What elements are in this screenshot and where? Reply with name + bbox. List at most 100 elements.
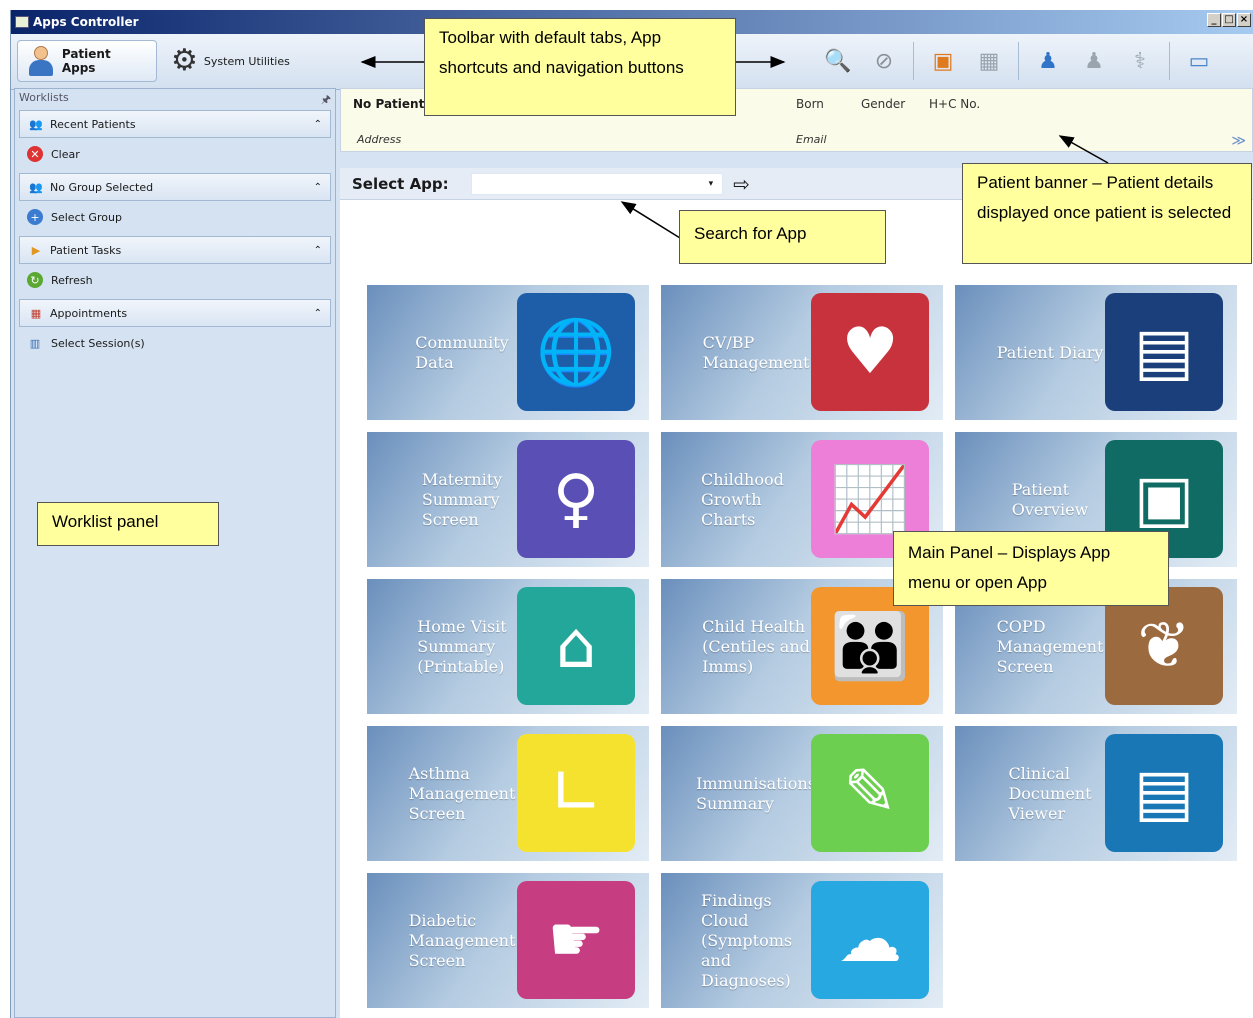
app-tile[interactable]: Findings Cloud (Symptoms and Diagnoses) ☁ [661,873,943,1008]
toolbar-callout: Toolbar with default tabs, App shortcuts… [424,18,736,116]
notebook-icon: ▤ [1105,293,1223,411]
app-tile-label: Asthma Management Screen [408,763,516,823]
no-patient-label: No Patient [353,97,425,111]
add-user-icon[interactable]: ♟ [1029,42,1067,80]
tab-patient-apps[interactable]: Patient Apps [17,40,157,82]
main-panel: Community Data 🌐 CV/BP Management ♥ Patient … [340,200,1253,1018]
select-group-item[interactable]: + Select Group [15,201,335,233]
mother-child-icon: ♀ [517,440,635,558]
app-tile[interactable]: Patient Diary ▤ [955,285,1237,420]
add-app-icon[interactable]: ▣ [924,42,962,80]
select-sessions-label: Select Session(s) [51,336,145,350]
select-sessions-item[interactable]: ▥ Select Session(s) [15,327,335,359]
toolbar-separator [1018,42,1019,80]
app-tile-label: Patient Diary [996,342,1104,362]
worklist-title: Worklists [19,91,69,104]
group-label: Recent Patients [50,117,136,131]
tab-system-utilities[interactable]: ⚙ System Utilities [163,40,303,82]
inhaler-icon: ∟ [517,734,635,852]
group-label: No Group Selected [50,180,154,194]
toolbar-shortcuts: 🔍 ⊘ ▣ ▦ ♟ ♟ ⚕ ▭ [819,42,1218,80]
tab-system-utilities-label: System Utilities [203,54,290,68]
calendar-icon: ▦ [30,306,42,320]
maximize-button[interactable]: □ [1222,13,1236,27]
clear-item[interactable]: ✕ Clear [15,138,335,170]
clear-icon: ✕ [27,146,43,162]
app-tile-label: Maternity Summary Screen [421,469,503,529]
select-group-label: Select Group [51,210,122,224]
app-tile[interactable]: Immunisations Summary ✎ [661,726,943,861]
tab-patient-apps-label: Patient Apps [61,47,111,75]
worklist-header: Worklists 🖈 [15,89,335,107]
globe-icon: 🌐 [517,293,635,411]
gender-label: Gender [861,97,906,111]
remove-patient-icon[interactable]: ⊘ [865,42,903,80]
refresh-item[interactable]: ↻ Refresh [15,264,335,296]
search-callout: Search for App [679,210,886,264]
app-tile[interactable]: Community Data 🌐 [367,285,649,420]
patient-icon [26,44,56,78]
dropdown-arrow-icon[interactable]: ▾ [709,179,714,189]
clear-label: Clear [51,147,80,161]
people-icon: 👥 [29,117,43,131]
window-icon[interactable]: ▭ [1180,42,1218,80]
select-app-input[interactable] [470,172,723,195]
born-label: Born [796,97,824,111]
app-tile[interactable]: Maternity Summary Screen ♀ [367,432,649,567]
add-calendar-icon[interactable]: ▦ [970,42,1008,80]
app-icon [15,16,29,28]
people-icon: 👥 [29,180,43,194]
document-icon: ▤ [1105,734,1223,852]
chevron-up-icon[interactable]: ⌃ [314,245,322,256]
window-title: Apps Controller [33,15,139,29]
main-panel-callout: Main Panel – Displays App menu or open A… [893,531,1169,606]
refresh-icon: ↻ [27,272,43,288]
add-medicine-icon[interactable]: ⚕ [1121,42,1159,80]
toolbar-separator [1169,42,1170,80]
app-tile-label: CV/BP Management [702,332,810,372]
app-tile[interactable]: Home Visit Summary (Printable) ⌂ [367,579,649,714]
expand-chevron-icon[interactable]: ≫ [1231,133,1246,149]
group-label: Patient Tasks [50,243,122,257]
chevron-up-icon[interactable]: ⌃ [314,119,322,130]
app-tile-label: Childhood Growth Charts [701,469,784,529]
worklist-panel: Worklists 🖈 👥 Recent Patients ⌃ ✕ Clear … [14,88,336,1018]
group-patient-tasks[interactable]: ▶ Patient Tasks ⌃ [19,236,331,264]
window-controls: _ □ × [1207,13,1251,27]
sessions-icon: ▥ [29,336,41,350]
blood-test-icon: ☛ [517,881,635,999]
syringe-icon: ✎ [811,734,929,852]
app-tile[interactable]: Clinical Document Viewer ▤ [955,726,1237,861]
close-button[interactable]: × [1237,13,1251,27]
app-tile[interactable]: CV/BP Management ♥ [661,285,943,420]
app-tile-label: Home Visit Summary (Printable) [417,616,507,676]
gear-icon: ⚙ [171,43,198,78]
select-app-label: Select App: [352,174,449,193]
heart-icon: ♥ [811,293,929,411]
group-label: Appointments [50,306,128,320]
refresh-label: Refresh [51,273,93,287]
find-patient-icon[interactable]: 🔍 [819,42,857,80]
app-tile-label: Clinical Document Viewer [1008,763,1092,823]
minimize-button[interactable]: _ [1207,13,1221,27]
add-circle-icon: + [27,209,43,225]
chevron-up-icon[interactable]: ⌃ [314,308,322,319]
app-tile-label: Diabetic Management Screen [408,910,516,970]
group-recent-patients[interactable]: 👥 Recent Patients ⌃ [19,110,331,138]
address-label: Address [357,133,402,146]
group-appointments[interactable]: ▦ Appointments ⌃ [19,299,331,327]
app-tile[interactable]: Asthma Management Screen ∟ [367,726,649,861]
user-icon[interactable]: ♟ [1075,42,1113,80]
email-label: Email [796,133,827,146]
group-no-group-selected[interactable]: 👥 No Group Selected ⌃ [19,173,331,201]
go-arrow-icon[interactable]: ⇨ [733,172,750,196]
pin-icon[interactable]: 🖈 [321,91,331,106]
chevron-up-icon[interactable]: ⌃ [314,182,322,193]
banner-callout: Patient banner – Patient details display… [962,163,1252,264]
app-tile[interactable]: Diabetic Management Screen ☛ [367,873,649,1008]
app-tile-label: Child Health (Centiles and Imms) [702,616,810,676]
app-tile-label: Immunisations Summary [696,773,816,813]
toolbar-separator [913,42,914,80]
hc-number-label: H+C No. [929,97,981,111]
worklist-callout: Worklist panel [37,502,219,546]
